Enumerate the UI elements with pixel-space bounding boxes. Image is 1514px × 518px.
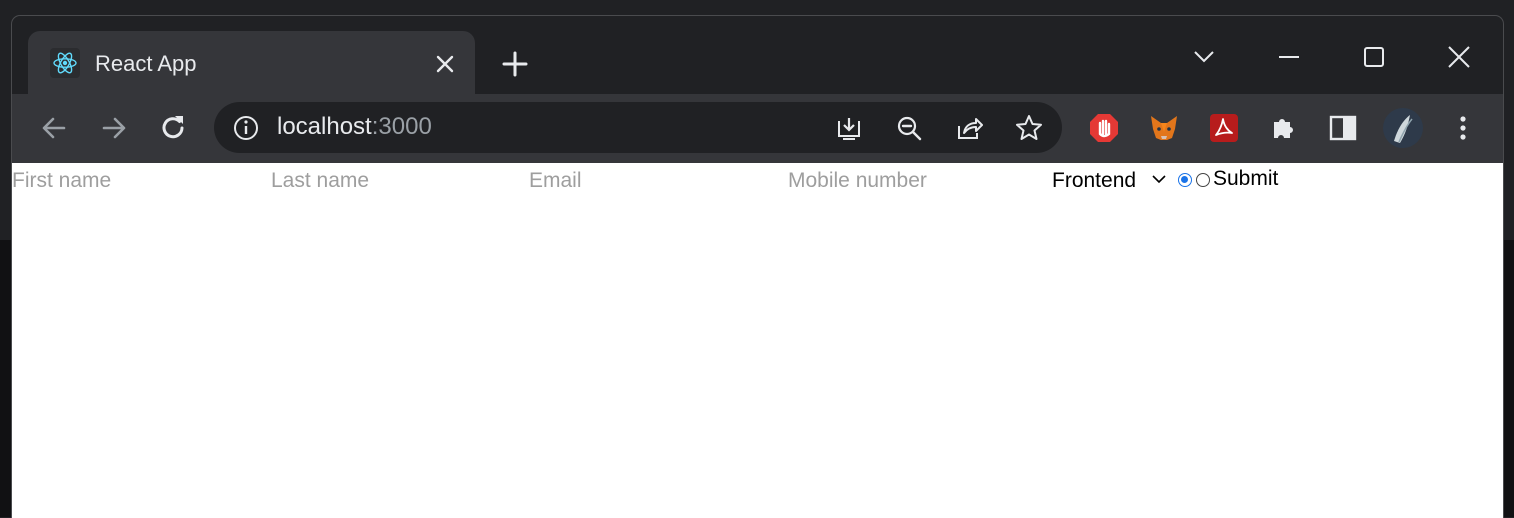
url-text: localhost:3000 — [277, 113, 432, 141]
metamask-fox-icon[interactable] — [1148, 112, 1180, 144]
share-icon[interactable] — [954, 113, 984, 143]
close-tab-icon[interactable] — [431, 50, 459, 78]
reload-icon[interactable] — [157, 112, 189, 144]
chevron-down-icon — [1151, 172, 1167, 190]
browser-tab[interactable]: React App — [28, 31, 475, 94]
site-info-icon[interactable] — [232, 114, 260, 142]
bookmark-star-icon[interactable] — [1014, 113, 1044, 143]
close-window-icon[interactable] — [1444, 42, 1474, 72]
new-tab-icon[interactable] — [500, 49, 530, 79]
submit-button[interactable]: Submit — [1213, 167, 1278, 191]
kebab-menu-icon[interactable] — [1447, 112, 1479, 144]
side-panel-icon[interactable] — [1327, 112, 1359, 144]
mobile-number-input[interactable] — [788, 169, 1038, 193]
radio-option-1[interactable] — [1178, 173, 1192, 187]
browser-toolbar: localhost:3000 — [12, 94, 1503, 163]
email-input[interactable] — [529, 169, 779, 193]
last-name-input[interactable] — [271, 169, 521, 193]
url-port: :3000 — [371, 113, 432, 140]
address-bar[interactable]: localhost:3000 — [214, 102, 1062, 153]
back-arrow-icon[interactable] — [38, 112, 70, 144]
minimize-icon[interactable] — [1274, 42, 1304, 72]
tab-search-chevron-icon[interactable] — [1189, 42, 1219, 72]
role-select-value: Frontend — [1052, 169, 1137, 192]
radio-option-2[interactable] — [1196, 173, 1210, 187]
adblock-extension-icon[interactable] — [1088, 112, 1120, 144]
zoom-out-icon[interactable] — [894, 113, 924, 143]
maximize-icon[interactable] — [1359, 42, 1389, 72]
forward-arrow-icon[interactable] — [98, 112, 130, 144]
tab-title: React App — [95, 51, 197, 76]
url-host: localhost — [277, 113, 372, 140]
react-logo-icon — [50, 48, 80, 78]
pdf-extension-icon[interactable] — [1208, 112, 1240, 144]
browser-window: React App localhost:3000 First name Last… — [11, 15, 1504, 518]
first-name-input[interactable] — [12, 169, 262, 193]
install-app-icon[interactable] — [834, 113, 864, 143]
extensions-puzzle-icon[interactable] — [1268, 112, 1300, 144]
role-select[interactable]: Frontend — [1052, 169, 1167, 195]
profile-avatar[interactable] — [1382, 107, 1424, 149]
page-content: Frontend Submit — [12, 163, 1503, 518]
